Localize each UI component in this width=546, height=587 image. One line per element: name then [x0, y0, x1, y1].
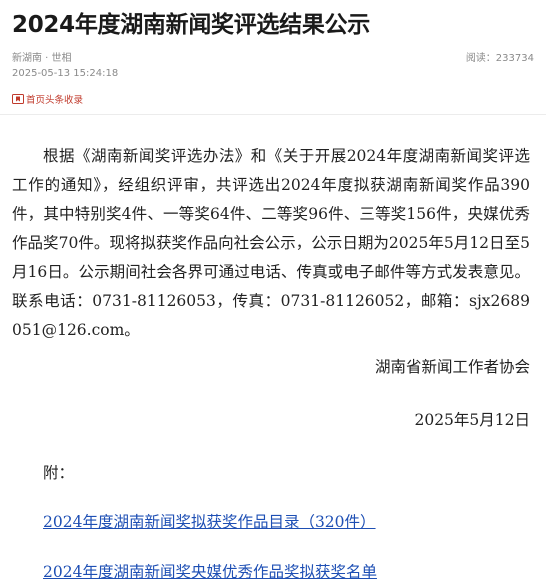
attachment-label: 附：: [43, 464, 75, 482]
publish-time: 2025-05-13 15:24:18: [12, 68, 119, 79]
attachment-link-award-list[interactable]: 2024年度湖南新闻奖拟获奖作品目录（320件）: [43, 508, 376, 537]
attachment-link-central-media-list[interactable]: 2024年度湖南新闻奖央媒优秀作品奖拟获奖名单: [43, 558, 377, 587]
header-divider: [0, 114, 546, 115]
bookmark-icon: [12, 94, 24, 104]
article-source[interactable]: 新湖南 · 世相: [12, 51, 118, 66]
headline-collection-badge[interactable]: 首页头条收录: [12, 92, 83, 106]
signature-date: 2025年5月12日: [414, 411, 530, 429]
read-count: 阅读：233734: [465, 53, 534, 64]
announcement-paragraph: 根据《湖南新闻奖评选办法》和《关于开展2024年度湖南新闻奖评选工作的通知》，经…: [12, 147, 530, 339]
signature-organization: 湖南省新闻工作者协会: [374, 358, 530, 376]
article-body: 根据《湖南新闻奖评选办法》和《关于开展2024年度湖南新闻奖评选工作的通知》，经…: [12, 142, 530, 345]
article-meta: 新湖南 · 世相 2025-05-13 15:24:18: [12, 51, 118, 81]
article-title: 2024年度湖南新闻奖评选结果公示: [12, 12, 370, 38]
bookmark-label: 首页头条收录: [26, 95, 84, 106]
